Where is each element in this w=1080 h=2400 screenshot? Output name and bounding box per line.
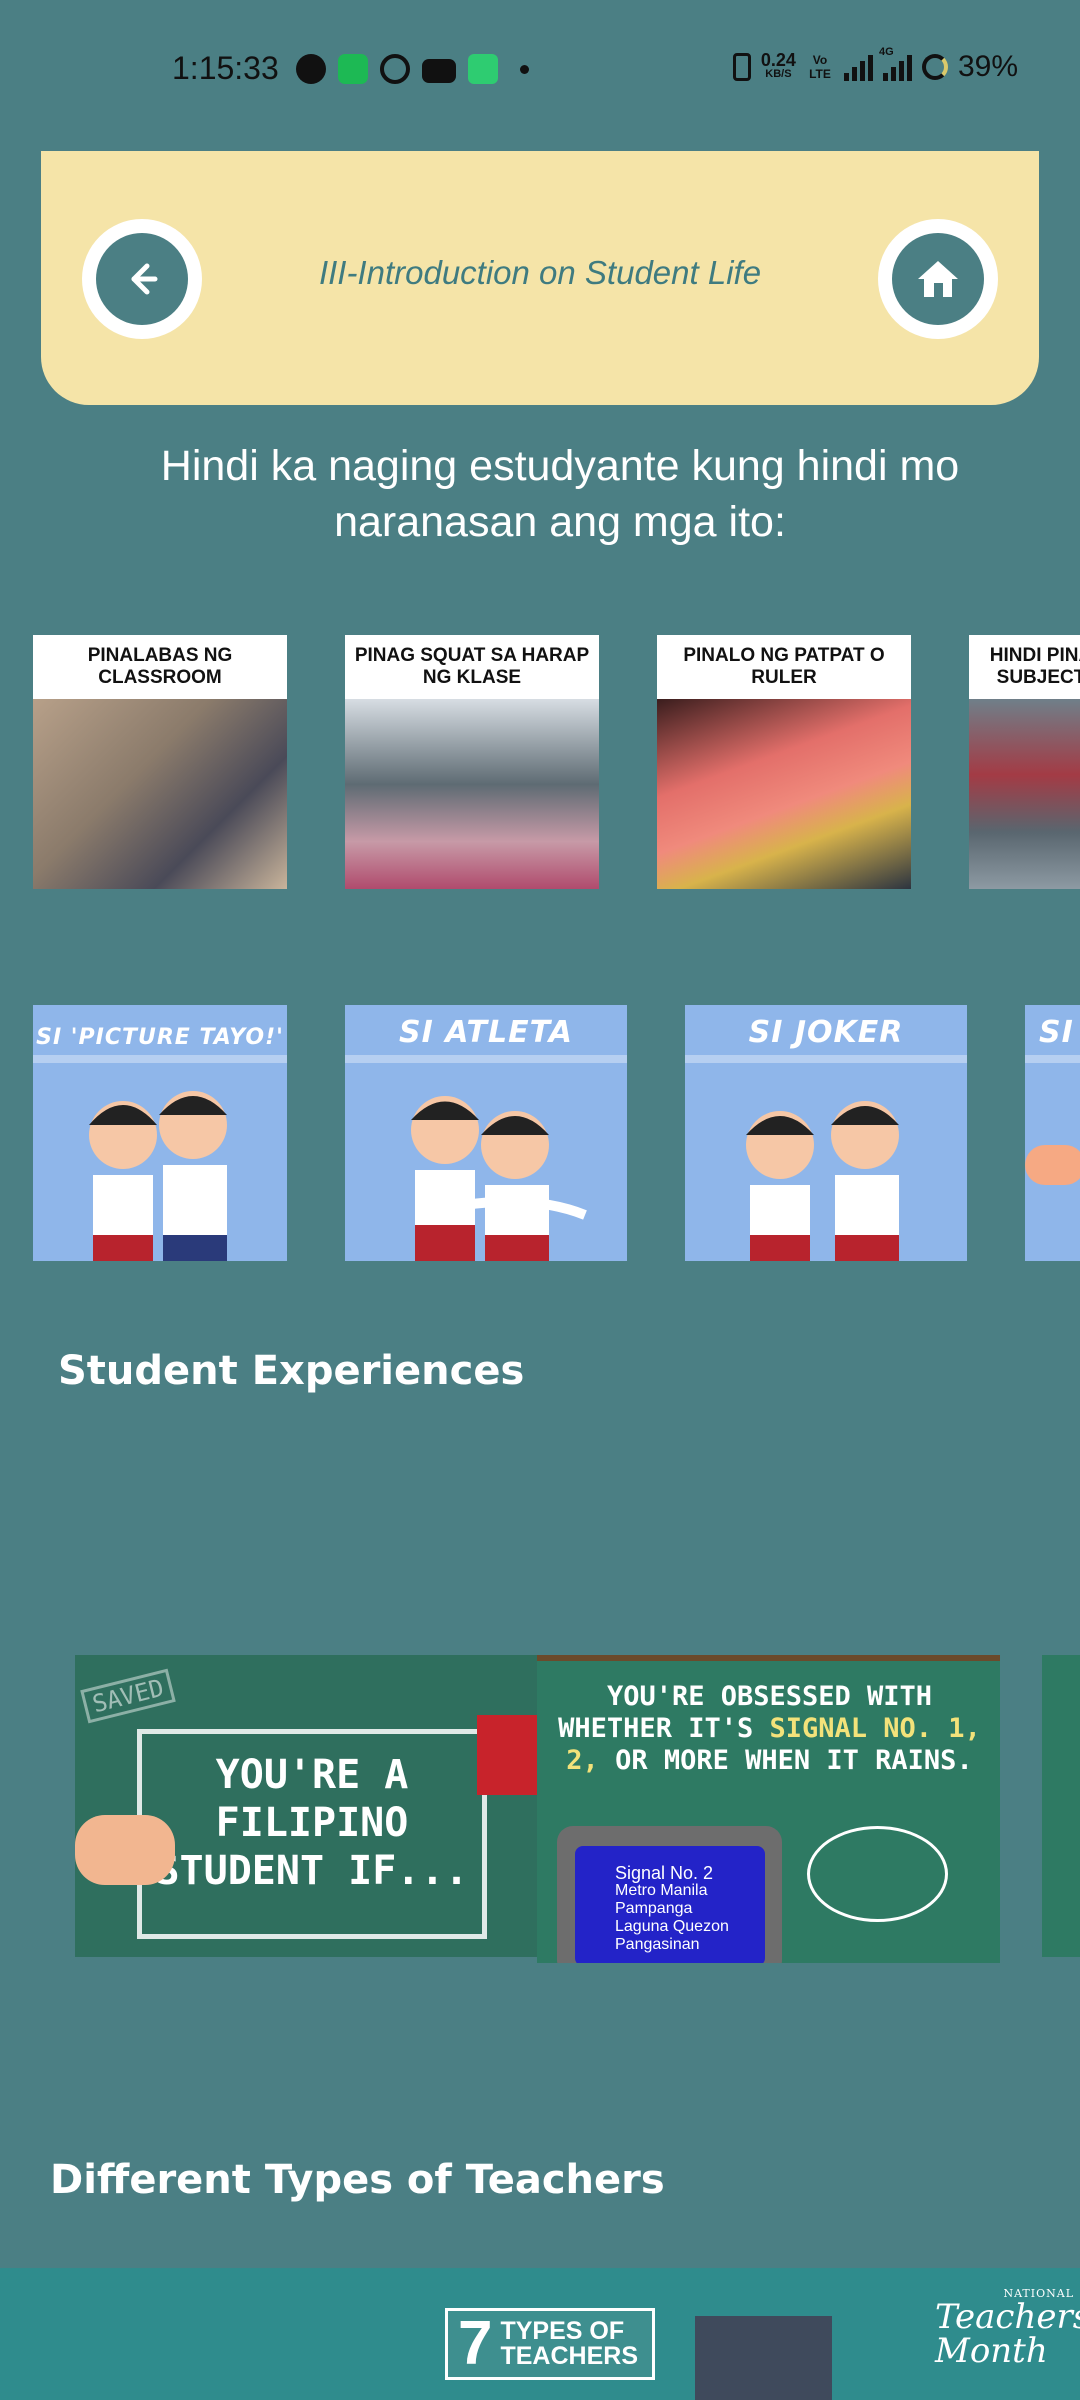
hand-chalk-left (75, 1815, 175, 1885)
battery-saver-icon (468, 54, 498, 84)
banner-graphic (695, 2316, 832, 2400)
header-card: III-Introduction on Student Life (41, 151, 1039, 405)
slide-text: YOU'RE A FILIPINO STUDENT IF... (155, 1752, 469, 1894)
teachers-banner[interactable]: 7 TYPES OF TEACHERS NATIONAL Teachers' M… (0, 2268, 1080, 2400)
google-icon (380, 54, 410, 84)
more-notifications-icon (520, 64, 529, 74)
student-type-card[interactable]: SI JOKER (685, 1005, 967, 1261)
battery-icon (921, 54, 948, 80)
home-button[interactable] (878, 219, 998, 339)
section-title-teachers: Different Types of Teachers (50, 2157, 665, 2203)
student-type-card[interactable]: SI (1025, 1005, 1080, 1261)
tv-illustration: Signal No. 2 Metro Manila Pampanga Lagun… (557, 1826, 782, 1963)
experience-card[interactable]: PINAG SQUAT SA HARAP NG KLASE (345, 635, 599, 889)
slide-card[interactable]: SAVED YOU'RE A FILIPINO STUDENT IF... (75, 1655, 537, 1957)
speech-bubble (807, 1826, 948, 1922)
student-type-card[interactable]: SI ATLETA (345, 1005, 627, 1261)
card-caption: PINALABAS NG CLASSROOM (87, 645, 233, 688)
messenger-icon (296, 54, 326, 84)
card-caption: HINDI PINA SUBJECT (989, 645, 1080, 688)
status-time: 1:15:33 (172, 50, 279, 86)
card-photo (345, 699, 599, 889)
slide-card[interactable] (1042, 1655, 1080, 1957)
experience-carousel[interactable]: PINALABAS NG CLASSROOM PINAG SQUAT SA HA… (33, 635, 1080, 889)
spotify-icon (338, 54, 368, 84)
signal-icon (843, 53, 873, 81)
hand-eraser-right (477, 1715, 537, 1795)
experience-card[interactable]: PINALABAS NG CLASSROOM (33, 635, 287, 889)
notification-icons (296, 54, 529, 84)
system-icons: 0.24 KB/S Vo LTE 4G 39% (732, 46, 1018, 84)
network-speed: 0.24 KB/S (760, 50, 796, 80)
card-caption: PINAG SQUAT SA HARAP NG KLASE (354, 645, 590, 688)
card-caption: PINALO NG PATPAT O RULER (683, 645, 885, 688)
types-of-teachers-badge: 7 TYPES OF TEACHERS (445, 2308, 655, 2380)
students-illustration (411, 1096, 587, 1261)
card-photo (33, 699, 287, 889)
student-types-carousel[interactable]: SI 'PICTURE TAYO!' SI ATLETA SI JOKER SI (33, 1005, 1080, 1261)
card-photo (969, 699, 1080, 889)
intro-text: Hindi ka naging estudyante kung hindi mo… (160, 442, 960, 546)
status-bar: 1:15:33 0.24 KB/S Vo LTE 4G 39% (0, 0, 1080, 140)
card-photo (657, 699, 911, 889)
signal-4g-icon: 4G (879, 46, 912, 81)
slide-card[interactable]: YOU'RE OBSESSED WITH WHETHER IT'S SIGNAL… (537, 1655, 1000, 1963)
volte-label: Vo LTE (809, 53, 831, 81)
card-title: SI (1039, 1015, 1074, 1050)
slide-text: YOU'RE OBSESSED WITH WHETHER IT'S SIGNAL… (558, 1681, 981, 1776)
battery-percent: 39% (957, 50, 1018, 83)
student-type-card[interactable]: SI 'PICTURE TAYO!' (33, 1005, 287, 1261)
home-icon (918, 261, 958, 297)
experience-card[interactable]: PINALO NG PATPAT O RULER (657, 635, 911, 889)
saved-stamp: SAVED (80, 1668, 177, 1724)
youtube-icon (422, 58, 456, 83)
students-illustration (89, 1091, 227, 1261)
vibrate-icon (732, 53, 751, 81)
students-illustration (746, 1101, 899, 1261)
experience-card[interactable]: HINDI PINA SUBJECT (969, 635, 1080, 889)
section-title-student-experiences: Student Experiences (58, 1348, 525, 1394)
teachers-month-logo: NATIONAL Teachers' Month (935, 2287, 1080, 2371)
